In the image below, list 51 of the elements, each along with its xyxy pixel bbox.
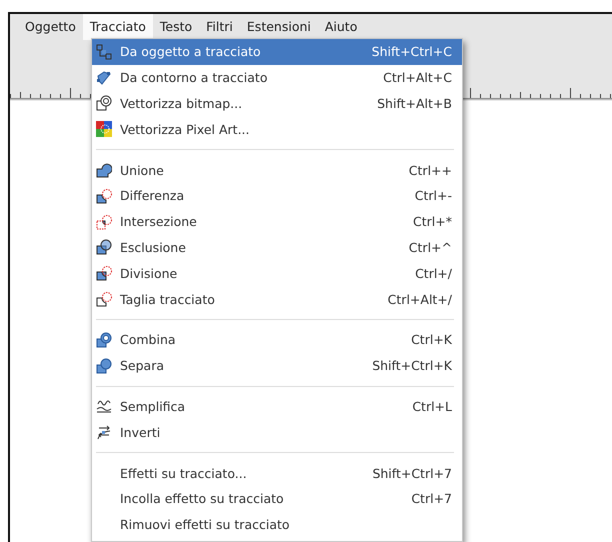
object-to-path-icon xyxy=(96,44,112,60)
shortcut: Shift+Alt+B xyxy=(377,96,452,111)
pixel-art-icon xyxy=(96,121,112,138)
menu-item[interactable]: Intersezione Ctrl+* xyxy=(92,208,462,235)
menu-item[interactable]: Vettorizza bitmap... Shift+Alt+B xyxy=(92,90,462,116)
trace-bitmap-icon xyxy=(96,95,112,112)
menu-item[interactable]: Divisione Ctrl+/ xyxy=(92,260,462,286)
shortcut: Shift+Ctrl+C xyxy=(372,44,452,60)
menu-item[interactable]: Semplifica Ctrl+L xyxy=(92,394,462,420)
shortcut: Ctrl+- xyxy=(414,188,452,204)
menu-title[interactable]: Filtri xyxy=(199,14,240,40)
menu-item[interactable]: Esclusione Ctrl+^ xyxy=(92,234,462,260)
menu-title[interactable]: Estensioni xyxy=(240,14,318,40)
shortcut: Ctrl+* xyxy=(413,214,452,230)
menu-item[interactable]: Da oggetto a tracciato Shift+Ctrl+C xyxy=(92,39,462,65)
shortcut: Ctrl+Alt+/ xyxy=(388,292,452,307)
menu-title[interactable]: Aiuto xyxy=(318,14,364,40)
menu-item[interactable]: Rimuovi effetti su tracciato xyxy=(92,512,462,538)
menu-item[interactable]: Differenza Ctrl+- xyxy=(92,182,462,209)
difference-icon xyxy=(96,188,112,204)
shortcut: Shift+Ctrl+K xyxy=(372,358,452,374)
separate-icon xyxy=(96,358,112,374)
shortcut: Ctrl+Alt+C xyxy=(383,70,452,86)
menu-item[interactable]: Effetti su tracciato... Shift+Ctrl+7 xyxy=(92,460,462,486)
menu-item[interactable]: Combina Ctrl+K xyxy=(92,326,462,353)
reverse-icon xyxy=(96,424,112,440)
shortcut: Ctrl+K xyxy=(411,332,452,348)
intersection-icon xyxy=(96,214,112,230)
menu-item[interactable]: Da contorno a tracciato Ctrl+Alt+C xyxy=(92,64,462,91)
division-icon xyxy=(96,265,112,282)
menu-title[interactable]: Testo xyxy=(152,14,200,40)
shortcut: Ctrl+/ xyxy=(415,266,452,281)
simplify-icon xyxy=(96,398,112,414)
shortcut: Ctrl+^ xyxy=(408,240,452,255)
menu-title[interactable]: Oggetto xyxy=(18,14,83,40)
shortcut: Ctrl+7 xyxy=(411,491,452,506)
combine-icon xyxy=(96,332,112,348)
shortcut: Ctrl++ xyxy=(408,162,452,178)
menu-item[interactable]: Unione Ctrl++ xyxy=(92,157,462,183)
menu-item[interactable]: Incolla effetto su tracciato Ctrl+7 xyxy=(92,486,462,512)
exclusion-icon xyxy=(96,239,112,256)
stroke-to-path-icon xyxy=(96,70,112,86)
menu-item[interactable]: Separa Shift+Ctrl+K xyxy=(92,352,462,379)
menu-item[interactable]: Inverti xyxy=(92,419,462,446)
menu-item[interactable]: Vettorizza Pixel Art... xyxy=(92,116,462,142)
menu-title[interactable]: Tracciato xyxy=(82,14,153,40)
shortcut: Shift+Ctrl+7 xyxy=(372,466,452,481)
cut-path-icon xyxy=(96,291,112,308)
menu-item[interactable]: Taglia tracciato Ctrl+Alt+/ xyxy=(92,286,462,312)
shortcut: Ctrl+L xyxy=(412,398,452,414)
union-icon xyxy=(96,162,112,178)
